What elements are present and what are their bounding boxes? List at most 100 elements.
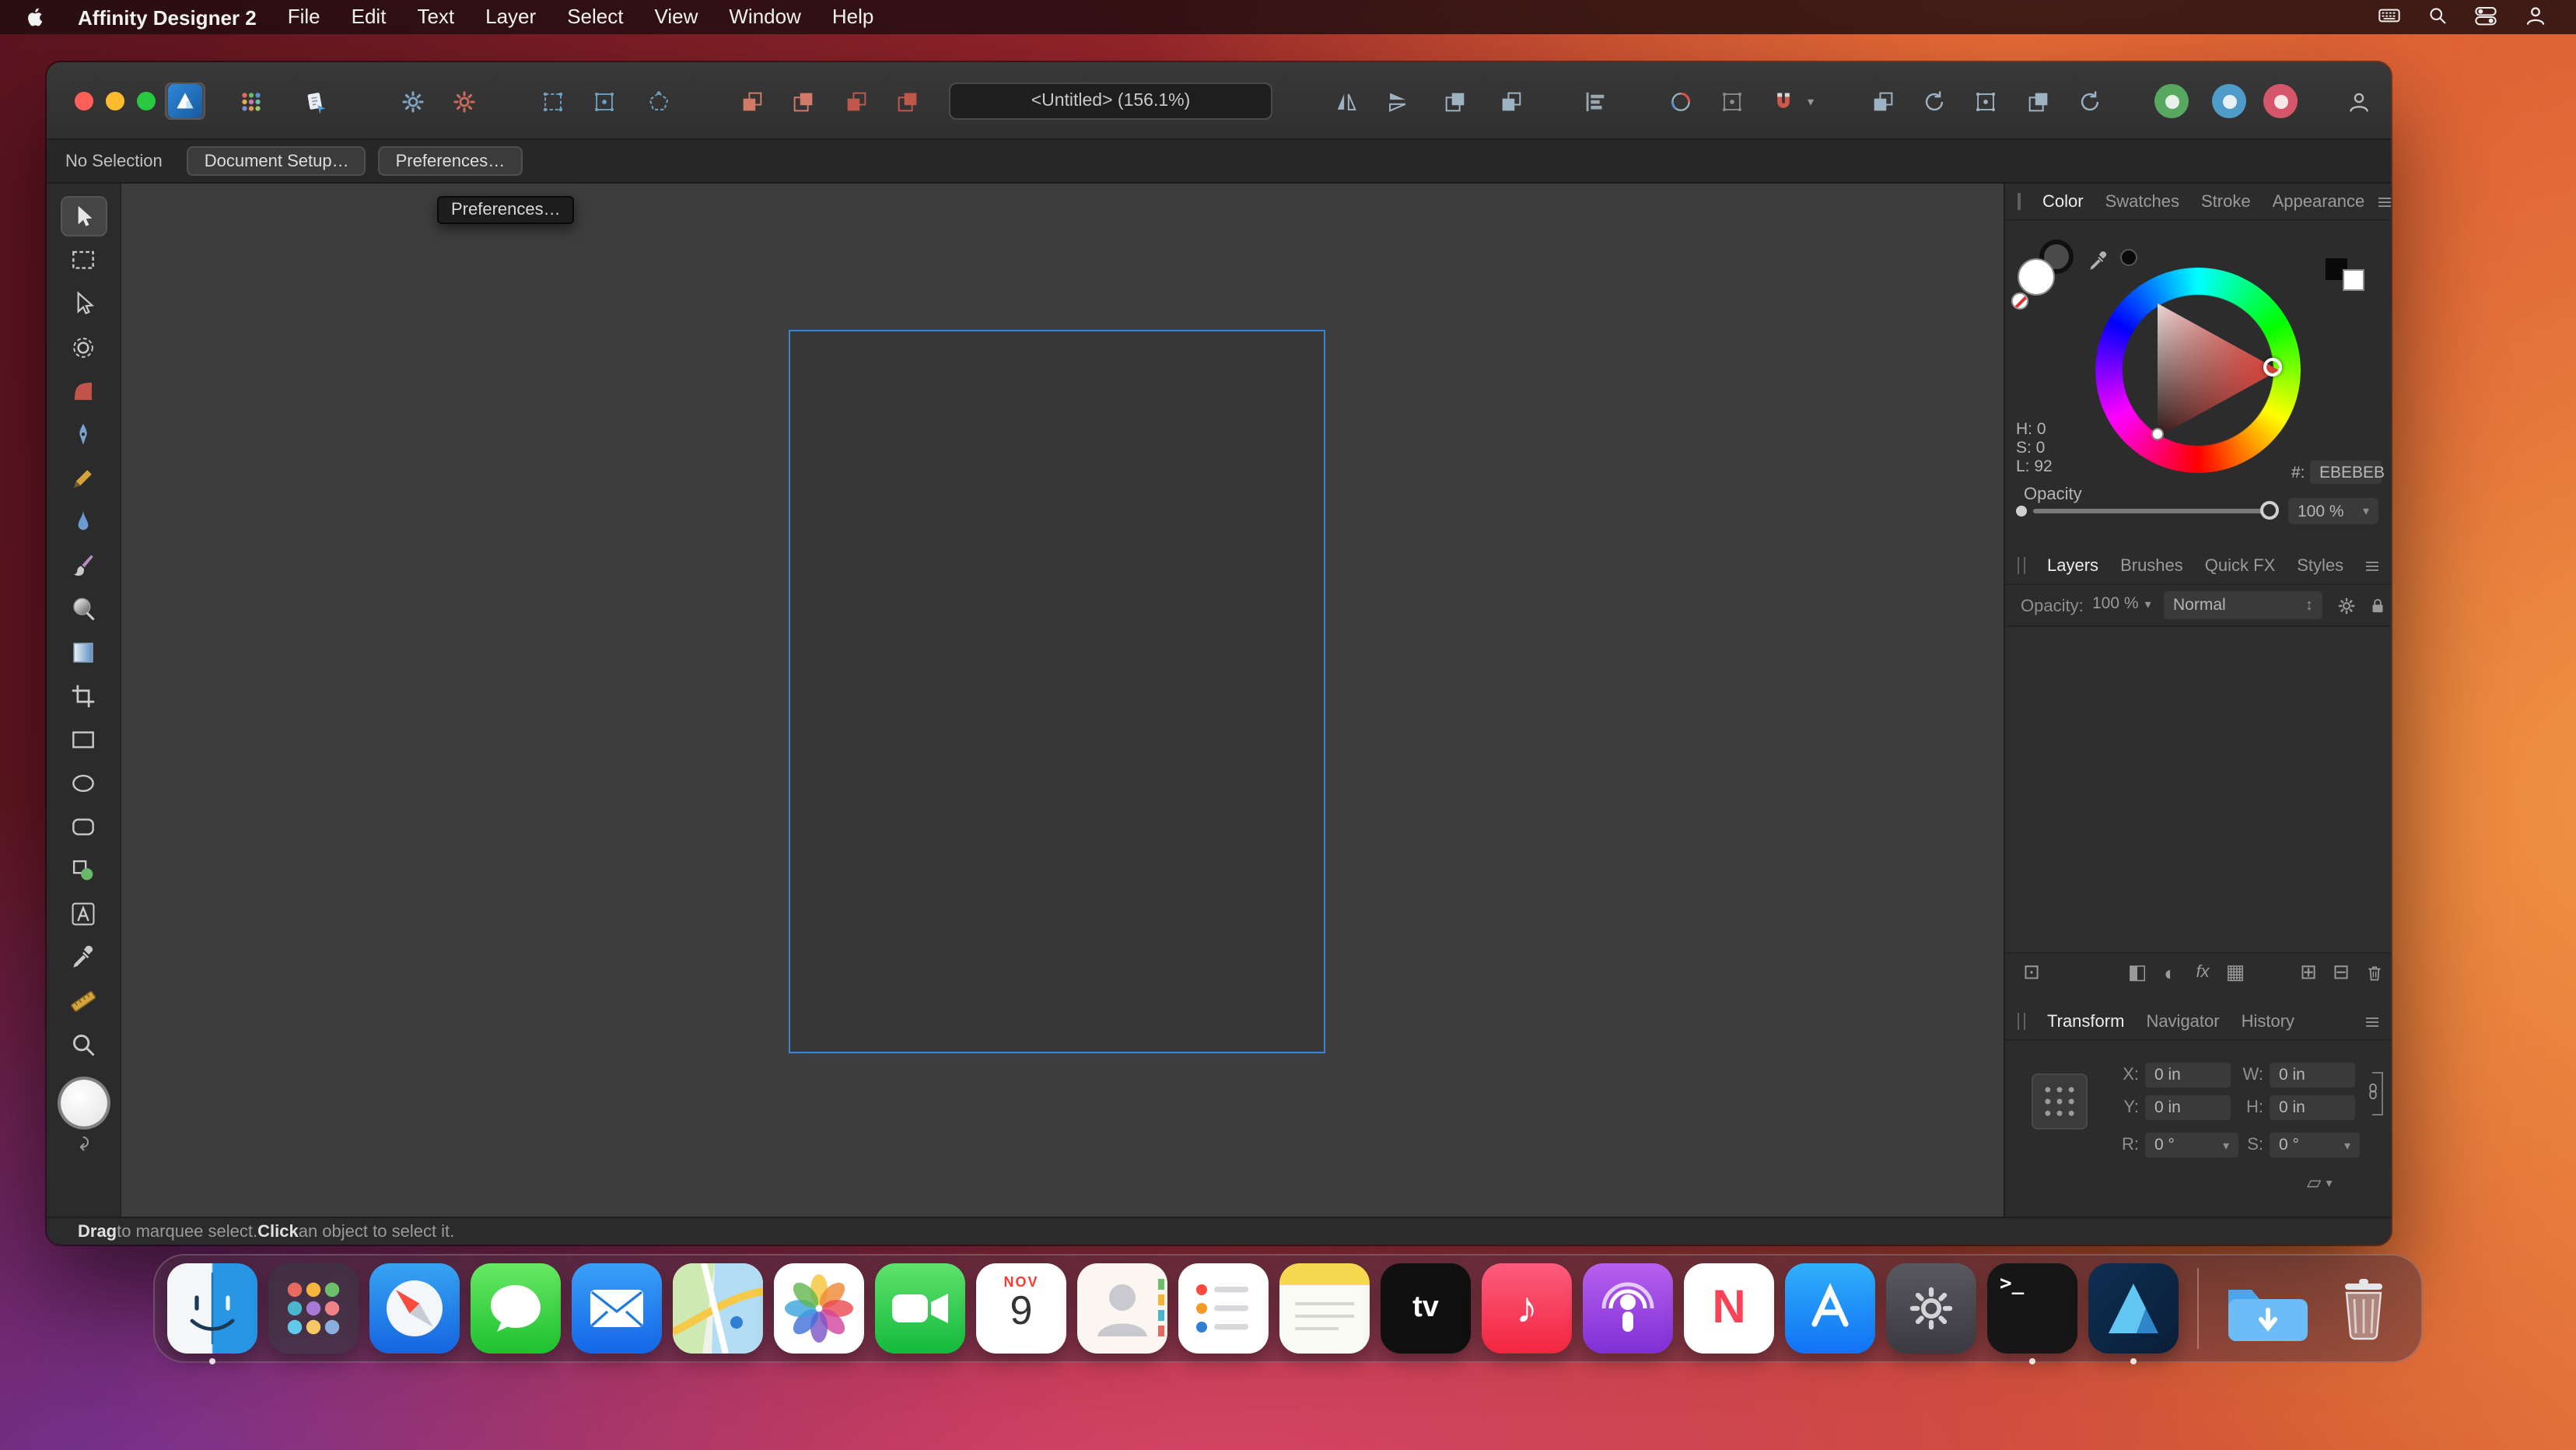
- tab-appearance[interactable]: Appearance: [2262, 187, 2376, 215]
- preferences-gear-icon[interactable]: [443, 82, 484, 120]
- snapping-dropdown-icon[interactable]: ▾: [1800, 82, 1822, 120]
- snapping-magnet-icon[interactable]: [1762, 82, 1803, 120]
- transform-mode-select[interactable]: ▱▾: [2307, 1172, 2333, 1193]
- cycle-selection-box-icon[interactable]: [1913, 82, 1954, 120]
- keyboard-icon[interactable]: [2377, 2, 2402, 32]
- tab-history[interactable]: History: [2231, 1007, 2305, 1035]
- tab-layers[interactable]: Layers: [2036, 552, 2109, 580]
- pixel-persona-icon[interactable]: [230, 82, 271, 120]
- tab-quick-fx[interactable]: Quick FX: [2194, 552, 2286, 580]
- apple-menu[interactable]: [9, 6, 62, 28]
- shear-input[interactable]: 0 °▾: [2270, 1133, 2360, 1158]
- dock-facetime[interactable]: [875, 1263, 965, 1354]
- adjustment-layer-icon[interactable]: ◐: [2156, 958, 2184, 986]
- minimize-button[interactable]: [106, 92, 124, 110]
- zoom-button[interactable]: [137, 92, 156, 110]
- dock-terminal[interactable]: >_: [1987, 1263, 2077, 1354]
- blend-mode-select[interactable]: Normal↕: [2164, 591, 2322, 619]
- lock-icon[interactable]: [2363, 591, 2391, 619]
- hex-input[interactable]: EBEBEB: [2310, 461, 2382, 484]
- contour-tool[interactable]: [60, 327, 107, 367]
- layers-opacity-select[interactable]: 100 %▾: [2092, 594, 2151, 613]
- artboard-tool[interactable]: [60, 240, 107, 280]
- document-page[interactable]: [789, 330, 1325, 1053]
- hue-knob[interactable]: [2263, 358, 2282, 377]
- rounded-rectangle-tool[interactable]: [60, 806, 107, 846]
- snap-grid-icon[interactable]: [532, 82, 572, 120]
- document-setup-button[interactable]: Document Setup…: [187, 146, 366, 176]
- dock-finder[interactable]: [167, 1263, 257, 1354]
- badge-green-icon[interactable]: [2154, 84, 2189, 118]
- crop-tool[interactable]: [60, 675, 107, 716]
- measure-tool[interactable]: [60, 980, 107, 1021]
- dock-reminders[interactable]: [1178, 1263, 1269, 1354]
- pencil-tool[interactable]: [60, 457, 107, 498]
- tab-stroke[interactable]: Stroke: [2190, 187, 2262, 215]
- rotate-icon[interactable]: [2069, 82, 2109, 120]
- menu-item[interactable]: Help: [817, 0, 890, 34]
- search-icon[interactable]: [2427, 4, 2448, 30]
- insert-target-icon[interactable]: [2018, 82, 2058, 120]
- tab-styles[interactable]: Styles: [2286, 552, 2354, 580]
- dock-mail[interactable]: [572, 1263, 662, 1354]
- corner-tool[interactable]: [60, 370, 107, 411]
- anchor-point-selector[interactable]: [2032, 1073, 2088, 1130]
- opacity-slider[interactable]: [2033, 509, 2266, 513]
- account-icon[interactable]: [2338, 82, 2378, 120]
- panel-grip[interactable]: [2018, 557, 2025, 574]
- rectangle-tool[interactable]: [60, 719, 107, 759]
- menu-item[interactable]: File: [272, 0, 336, 34]
- close-button[interactable]: [75, 92, 93, 110]
- pen-tool[interactable]: [60, 414, 107, 454]
- panel-menu-icon[interactable]: [2363, 556, 2382, 575]
- transparency-tool[interactable]: [60, 632, 107, 672]
- dock-notes[interactable]: [1279, 1263, 1370, 1354]
- dock-settings[interactable]: [1886, 1263, 1976, 1354]
- insert-inside-icon[interactable]: [835, 82, 876, 120]
- w-input[interactable]: 0 in: [2270, 1063, 2355, 1088]
- menu-item[interactable]: Layer: [470, 0, 551, 34]
- primary-color-swatch[interactable]: [2343, 269, 2364, 291]
- snap-shape-icon[interactable]: [638, 82, 678, 120]
- dock-maps[interactable]: [673, 1263, 763, 1354]
- alignment-icon[interactable]: [1574, 82, 1615, 120]
- dock-news[interactable]: N: [1684, 1263, 1774, 1354]
- h-input[interactable]: 0 in: [2270, 1095, 2355, 1120]
- fill-color-well[interactable]: [2018, 258, 2055, 296]
- tab-color[interactable]: Color: [2032, 187, 2095, 215]
- snapping-options-icon[interactable]: [1660, 82, 1700, 120]
- dock-calendar[interactable]: NOV9: [976, 1263, 1066, 1354]
- mask-layer-icon[interactable]: ◧: [2123, 958, 2151, 986]
- symbol-icon[interactable]: ⊡: [2018, 958, 2046, 986]
- replace-selection-icon[interactable]: [887, 82, 927, 120]
- transform-origin-icon[interactable]: [1711, 82, 1752, 120]
- x-input[interactable]: 0 in: [2145, 1063, 2231, 1088]
- menu-item[interactable]: Text: [401, 0, 470, 34]
- new-layer-icon[interactable]: ⊞: [2294, 958, 2322, 986]
- node-tool[interactable]: [60, 283, 107, 324]
- vector-brush-tool[interactable]: [60, 501, 107, 541]
- duplicate-icon[interactable]: [1862, 82, 1902, 120]
- move-to-front-icon[interactable]: [1490, 82, 1531, 120]
- preferences-button[interactable]: Preferences…: [379, 146, 523, 176]
- delete-layer-icon[interactable]: [2360, 958, 2388, 986]
- y-input[interactable]: 0 in: [2145, 1095, 2231, 1120]
- no-fill-icon[interactable]: [2011, 292, 2028, 310]
- sl-knob[interactable]: [2151, 428, 2164, 440]
- panel-menu-icon[interactable]: [2363, 1012, 2382, 1031]
- picked-color-swatch[interactable]: [2120, 249, 2137, 266]
- rotation-input[interactable]: 0 °▾: [2145, 1133, 2238, 1158]
- control-center-icon[interactable]: [2473, 2, 2498, 32]
- snap-guides-icon[interactable]: [583, 82, 624, 120]
- color-wheel[interactable]: [2095, 268, 2301, 473]
- ellipse-tool[interactable]: [60, 762, 107, 803]
- fx-icon[interactable]: fx: [2189, 958, 2217, 986]
- dock-launchpad[interactable]: [268, 1263, 359, 1354]
- panel-grip[interactable]: [2018, 193, 2021, 210]
- dock-photos[interactable]: [774, 1263, 864, 1354]
- text-tool[interactable]: [60, 893, 107, 933]
- paint-brush-tool[interactable]: [60, 545, 107, 585]
- app-menu-title[interactable]: Affinity Designer 2: [62, 5, 272, 29]
- tab-transform[interactable]: Transform: [2036, 1007, 2135, 1035]
- menu-item[interactable]: View: [639, 0, 713, 34]
